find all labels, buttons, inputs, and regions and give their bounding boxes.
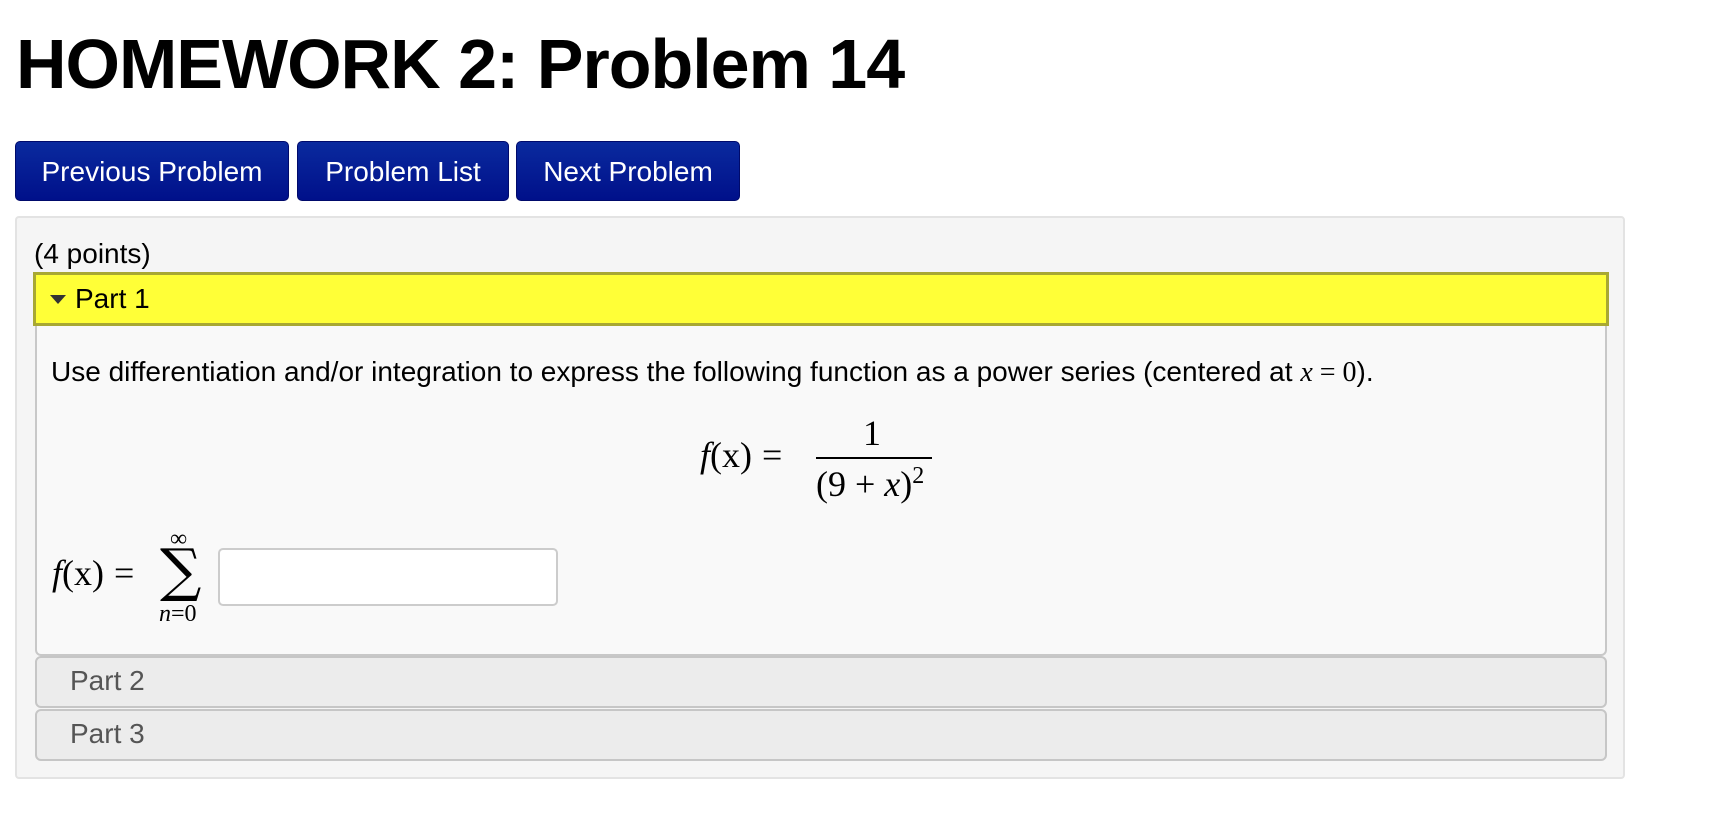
caret-down-icon <box>50 295 66 304</box>
equation-args: (x) <box>710 435 752 475</box>
fraction-numerator: 1 <box>863 413 881 453</box>
previous-problem-button[interactable]: Previous Problem <box>15 141 289 201</box>
part-2-label: Part 2 <box>70 665 145 696</box>
equation-lhs: f(x) = <box>700 434 782 476</box>
question-text: Use differentiation and/or integration t… <box>51 353 1374 392</box>
fraction-denominator: (9 + x)2 <box>816 463 924 505</box>
fraction-bar <box>816 457 932 459</box>
denominator-open: (9 + <box>816 464 885 504</box>
next-problem-button[interactable]: Next Problem <box>516 141 740 201</box>
summation-icon: ∑ <box>160 536 202 604</box>
part-3-header[interactable]: Part 3 <box>35 709 1607 761</box>
denominator-var: x <box>884 464 901 504</box>
equation-equals: = <box>762 435 783 475</box>
part-1-header[interactable]: Part 1 <box>33 272 1609 326</box>
equation-f: f <box>700 435 711 475</box>
answer-f: f <box>52 553 63 593</box>
question-text-start: Use differentiation and/or integration t… <box>51 356 1301 387</box>
sum-index-start: =0 <box>171 601 197 627</box>
denominator-close: ) <box>900 464 913 504</box>
sum-index-var: n <box>159 601 171 627</box>
answer-lhs: f(x) = <box>52 552 134 594</box>
question-math-var: x <box>1300 357 1313 388</box>
answer-input[interactable] <box>218 548 558 606</box>
sum-lower-limit: n=0 <box>159 600 197 628</box>
part-1-label: Part 1 <box>75 283 150 314</box>
part-3-label: Part 3 <box>70 718 145 749</box>
denominator-exponent: 2 <box>912 463 925 489</box>
points-label: (4 points) <box>34 238 151 269</box>
problem-list-button[interactable]: Problem List <box>297 141 509 201</box>
problem-page: HOMEWORK 2: Problem 14 Previous Problem … <box>0 0 1736 822</box>
question-math-eq: = 0 <box>1312 357 1357 388</box>
answer-equals: = <box>114 553 135 593</box>
question-text-end: ). <box>1356 356 1374 387</box>
page-title: HOMEWORK 2: Problem 14 <box>16 25 905 103</box>
part-2-header[interactable]: Part 2 <box>35 656 1607 708</box>
answer-args: (x) <box>62 553 104 593</box>
